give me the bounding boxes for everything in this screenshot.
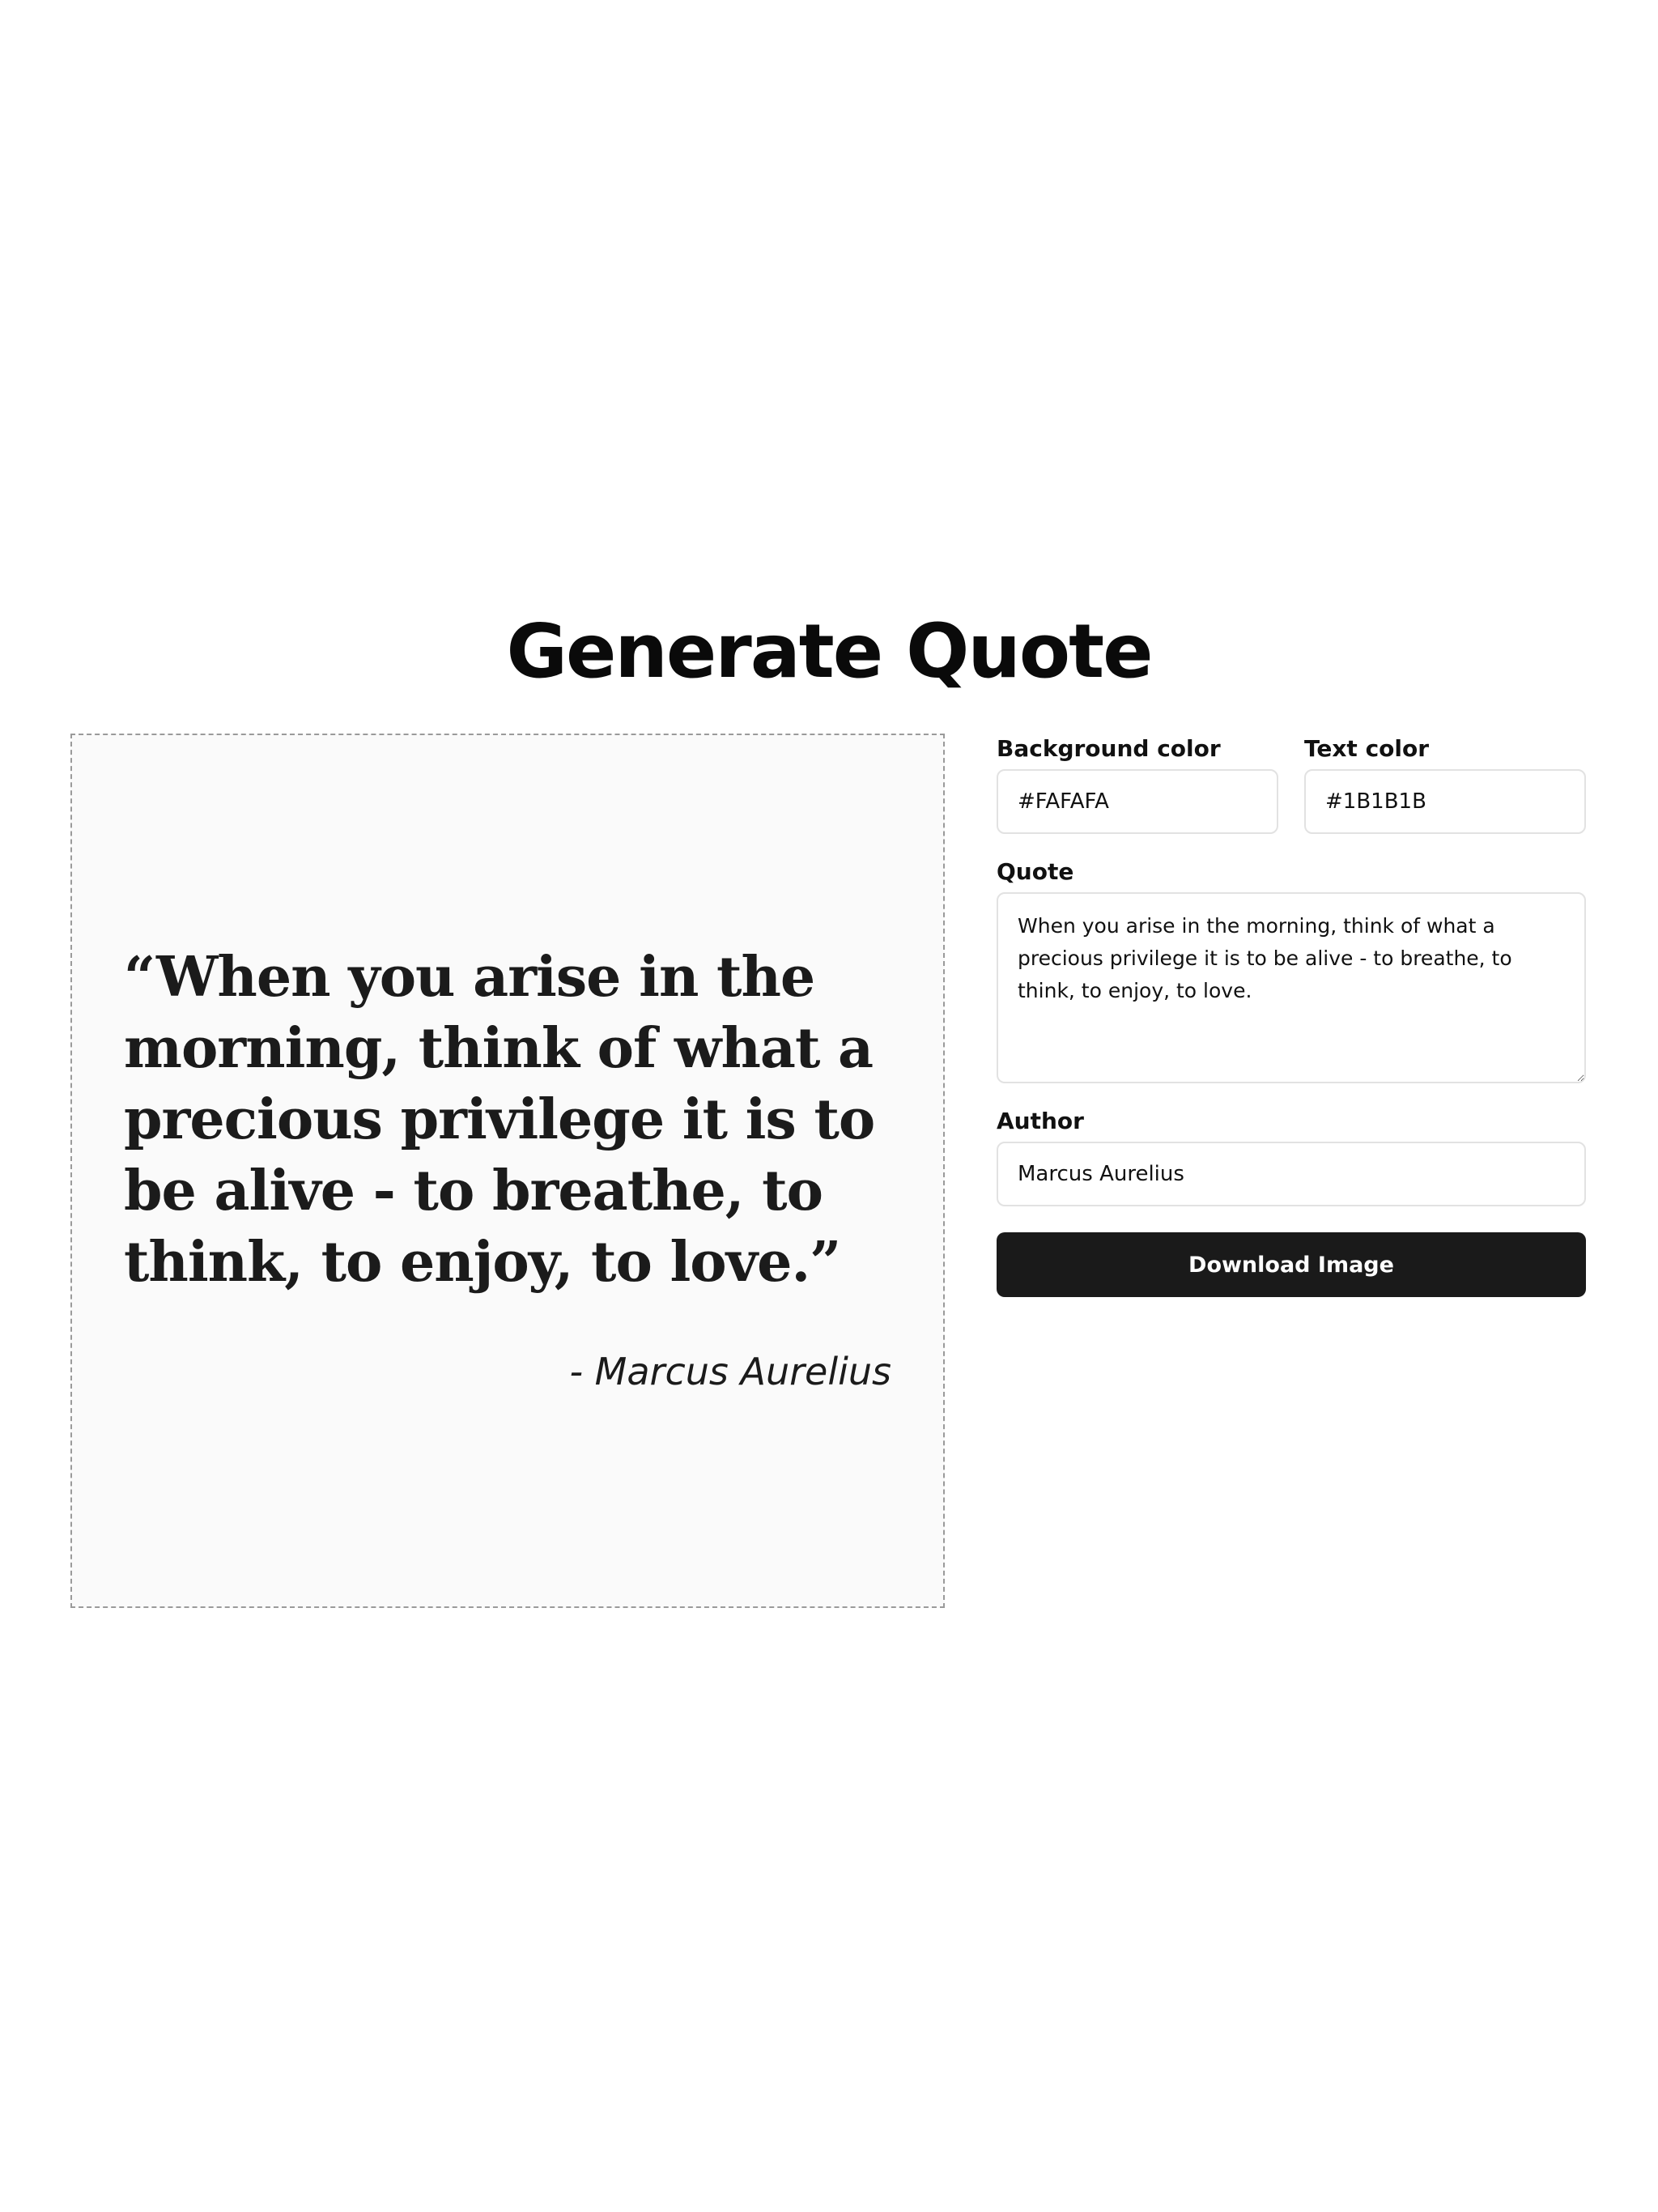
author-field: Author xyxy=(997,1101,1586,1206)
download-image-button[interactable]: Download Image xyxy=(997,1232,1586,1297)
text-color-input[interactable] xyxy=(1304,769,1586,834)
background-color-input[interactable] xyxy=(997,769,1278,834)
quote-settings-form: Background color Text color Quote When y… xyxy=(997,729,1586,1297)
preview-author-text: - Marcus Aurelius xyxy=(569,1350,891,1393)
text-color-label: Text color xyxy=(1304,735,1430,762)
preview-quote-text: “When you arise in the morning, think of… xyxy=(124,945,875,1295)
color-fields-row: Background color Text color xyxy=(997,729,1586,834)
author-label: Author xyxy=(997,1108,1084,1134)
quote-textarea[interactable]: When you arise in the morning, think of … xyxy=(997,892,1586,1083)
background-color-field: Background color xyxy=(997,729,1278,834)
quote-field: Quote When you arise in the morning, thi… xyxy=(997,852,1586,1083)
quote-label: Quote xyxy=(997,858,1074,885)
quote-preview-canvas: “When you arise in the morning, think of… xyxy=(70,734,945,1608)
author-input[interactable] xyxy=(997,1142,1586,1206)
page-title: Generate Quote xyxy=(506,608,1154,695)
text-color-field: Text color xyxy=(1304,729,1586,834)
background-color-label: Background color xyxy=(997,735,1221,762)
